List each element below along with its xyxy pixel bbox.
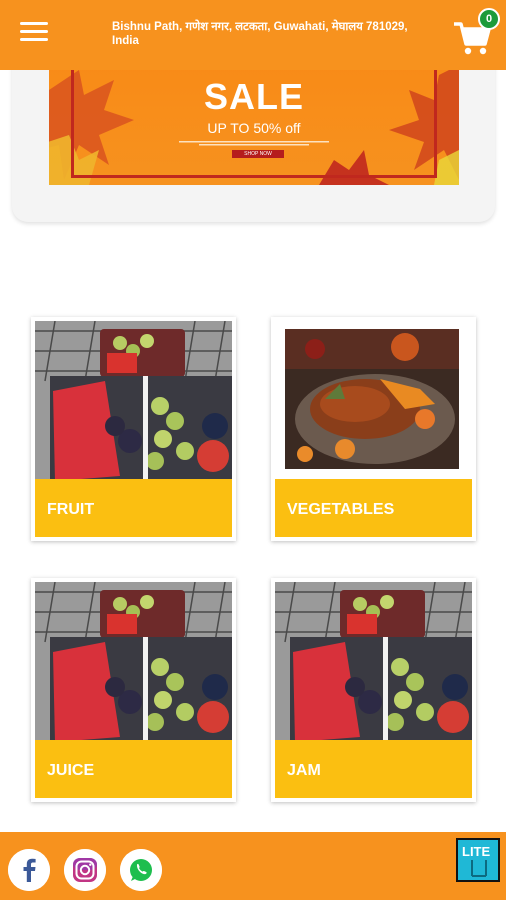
category-label: VEGETABLES (287, 501, 395, 518)
promo-banner[interactable]: SALE UP TO 50% off SHOP NOW (49, 50, 459, 185)
cart-count-badge: 0 (478, 8, 500, 30)
lite-glyph-icon (471, 860, 487, 877)
banner-title: SALE (203, 76, 304, 117)
category-label-bar: JUICE (35, 740, 232, 798)
category-label-bar: VEGETABLES (275, 479, 472, 537)
hamburger-menu-icon[interactable] (20, 22, 48, 48)
category-card-jam[interactable]: JAM (271, 578, 476, 802)
category-card-fruit[interactable]: FRUIT (31, 317, 236, 541)
category-image-juice (35, 582, 232, 742)
app-header: Bishnu Path, गणेश नगर, लटकता, Guwahati, … (0, 0, 506, 70)
banner-fine-print (179, 141, 329, 146)
shop-now-button[interactable]: SHOP NOW (232, 150, 284, 158)
delivery-address[interactable]: Bishnu Path, गणेश नगर, लटकता, Guwahati, … (112, 20, 432, 48)
category-label-bar: JAM (275, 740, 472, 798)
category-image-vegetables (285, 329, 459, 469)
category-label: JAM (287, 762, 321, 779)
lite-badge-label: LITE (462, 844, 491, 859)
category-card-vegetables[interactable]: VEGETABLES (271, 317, 476, 541)
whatsapp-icon[interactable] (120, 849, 162, 891)
facebook-icon[interactable] (8, 849, 50, 891)
category-label-bar: FRUIT (35, 479, 232, 537)
banner-subtitle: UP TO 50% off (207, 120, 301, 136)
instagram-icon[interactable] (64, 849, 106, 891)
category-image-jam (275, 582, 472, 742)
screen: SALE UP TO 50% off SHOP NOW Bishnu Path,… (0, 0, 506, 900)
category-label: JUICE (47, 762, 95, 779)
lite-app-icon[interactable]: LITE (456, 838, 500, 882)
category-card-juice[interactable]: JUICE (31, 578, 236, 802)
category-image-fruit (35, 321, 232, 481)
category-label: FRUIT (47, 501, 95, 518)
